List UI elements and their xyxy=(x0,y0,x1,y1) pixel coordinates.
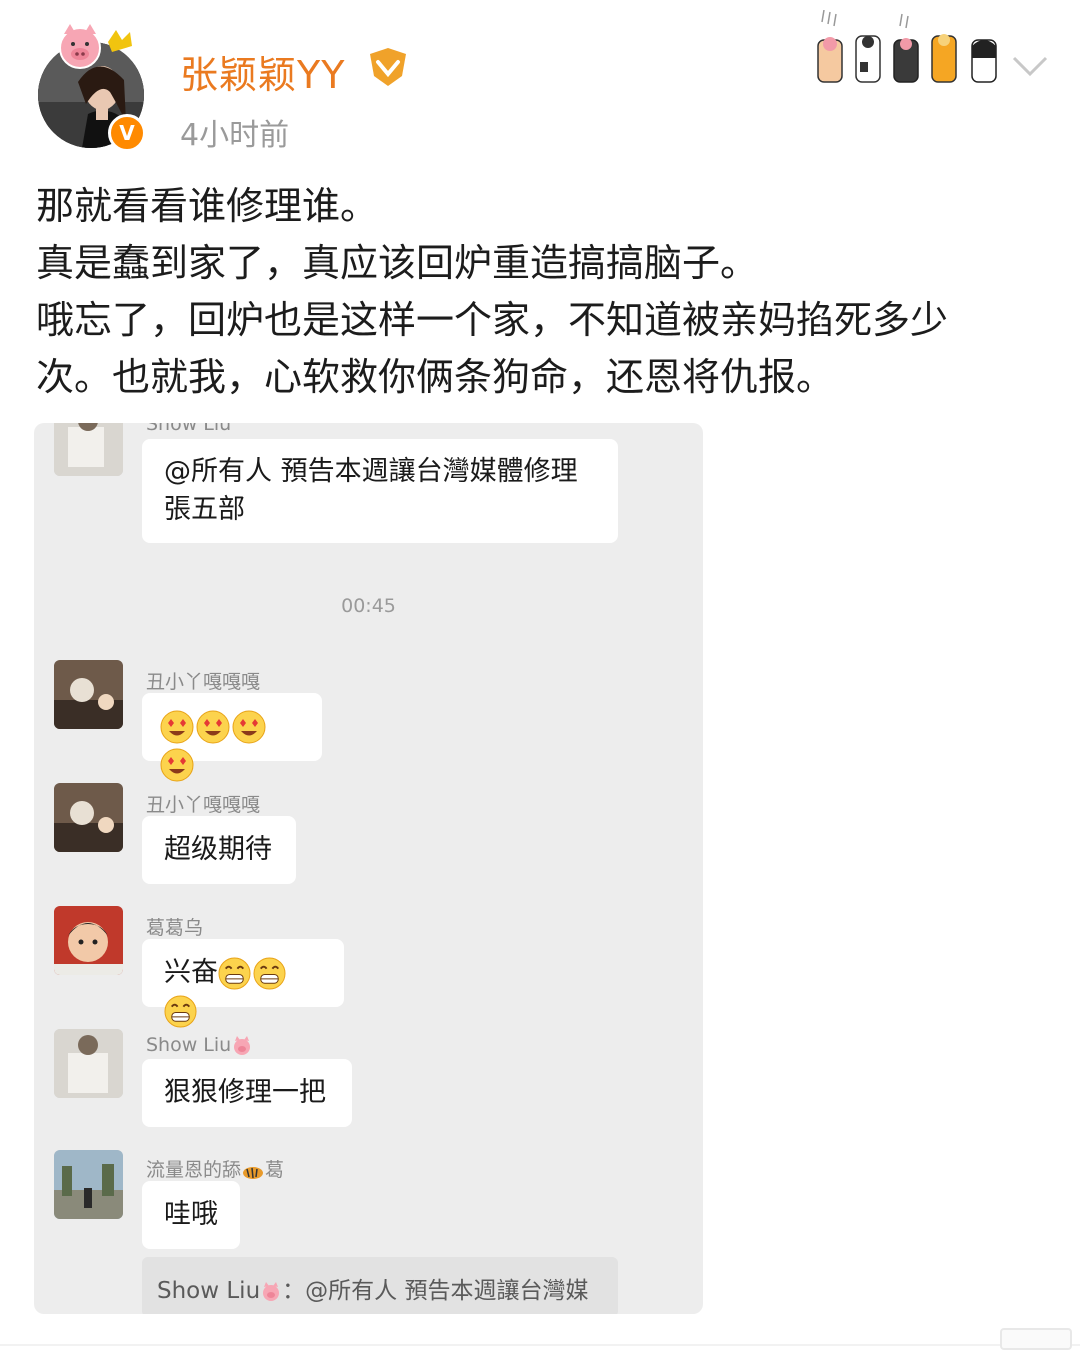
post-text-line: 哦忘了，回炉也是这样一个家，不知道被亲妈掐死多少 xyxy=(36,298,949,342)
message-text: 超级期待 xyxy=(164,834,272,865)
sender-name: 流量恩的舔葛 xyxy=(146,1159,285,1181)
message-bubble: 超级期待 xyxy=(142,816,296,884)
message-text: @所有人 預告本週讓台灣媒體修理 xyxy=(164,456,578,487)
chevron-down-icon[interactable] xyxy=(1010,54,1050,80)
crown-badge-icon[interactable] xyxy=(366,48,410,88)
pig-emoji xyxy=(234,1035,251,1055)
message-bubble: 兴奋 xyxy=(142,939,344,1028)
heart-eyes-emoji xyxy=(196,710,230,743)
message-text: 兴奋 xyxy=(164,957,218,988)
sender-avatar xyxy=(54,1150,123,1219)
user-name[interactable]: 张颖颖YY xyxy=(180,44,345,99)
paw-decoration-icon xyxy=(817,10,997,83)
post-text-line: 次。也就我，心软救你俩条狗命，还恩将仇报。 xyxy=(36,355,835,399)
message-bubble: 哇哦 xyxy=(142,1181,240,1249)
post-text-line: 那就看看谁修理谁。 xyxy=(36,184,379,228)
message-bubble: @所有人 預告本週讓台灣媒體修理 張五部 xyxy=(142,439,618,543)
message-bubble: 狠狠修理一把 xyxy=(142,1059,352,1127)
message-text: 哇哦 xyxy=(164,1199,218,1230)
post-text-line: 真是蠢到家了，真应该回炉重造搞搞脑子。 xyxy=(36,241,759,285)
heart-eyes-emoji xyxy=(160,710,194,743)
grin-emoji xyxy=(164,995,197,1028)
quoted-message: Show Liu ：@所有人 預告本週讓台灣媒 xyxy=(142,1257,618,1314)
sender-avatar xyxy=(54,660,123,729)
sender-avatar xyxy=(54,783,123,852)
post-body: 那就看看谁修理谁。 真是蠢到家了，真应该回炉重造搞搞脑子。 哦忘了，回炉也是这样… xyxy=(36,178,1056,406)
message-bubble xyxy=(142,693,322,781)
tiger-emoji xyxy=(243,1166,264,1179)
pig-emoji xyxy=(263,1281,280,1301)
watermark xyxy=(1000,1328,1072,1350)
verified-badge-icon: V xyxy=(108,114,146,152)
chat-screenshot[interactable]: Show Liu @所有人 預告本週讓台灣媒體修理 張五部 00:45 丑小丫嘎… xyxy=(34,423,703,1314)
sender-name: 丑小丫嘎嘎嘎 xyxy=(146,671,261,693)
sender-name: Show Liu xyxy=(146,1034,253,1056)
message-text: 狠狠修理一把 xyxy=(164,1077,326,1108)
grin-emoji xyxy=(253,957,286,990)
sender-avatar xyxy=(54,423,123,476)
pig-icon xyxy=(59,24,132,69)
heart-eyes-emoji xyxy=(160,748,194,781)
sender-avatar xyxy=(54,906,123,975)
post-time: 4小时前 xyxy=(180,118,290,153)
grin-emoji xyxy=(218,957,251,990)
message-text: 張五部 xyxy=(164,494,245,525)
chat-timestamp: 00:45 xyxy=(341,595,396,617)
sender-avatar xyxy=(54,1029,123,1098)
sender-name: 丑小丫嘎嘎嘎 xyxy=(146,794,261,816)
heart-eyes-emoji xyxy=(232,710,266,743)
sender-name: Show Liu xyxy=(146,423,232,435)
divider xyxy=(0,1344,1080,1346)
sender-name: 葛葛乌 xyxy=(146,917,204,939)
